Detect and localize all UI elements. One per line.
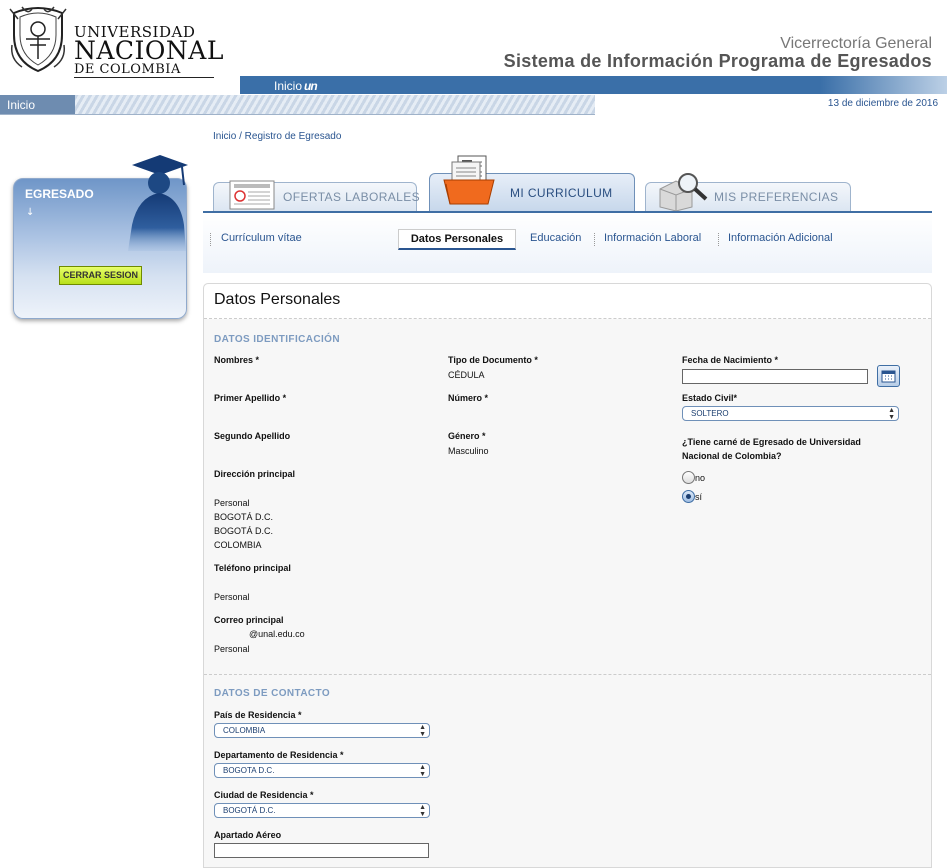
graduate-icon	[128, 155, 188, 251]
carne-question-line1: ¿Tiene carné de Egresado de Universidad	[682, 437, 861, 447]
university-logo[interactable]: UNIVERSIDAD NACIONAL DE COLOMBIA	[8, 5, 223, 78]
pais-label: País de Residencia *	[214, 710, 302, 720]
carne-radio-si[interactable]	[682, 490, 695, 503]
estado-civil-value: SOLTERO	[691, 409, 729, 418]
subnav-informacion-laboral[interactable]: Información Laboral	[604, 232, 701, 244]
select-arrows-icon: ▲ ▼	[888, 407, 895, 421]
header-blue-bar-fade	[820, 76, 947, 94]
carne-question-line2: Nacional de Colombia?	[682, 451, 782, 461]
subnav-separator	[718, 233, 719, 246]
telefono-type: Personal	[214, 592, 250, 602]
section-identification-title: DATOS IDENTIFICACIÓN	[214, 334, 340, 345]
direccion-city: BOGOTÁ D.C.	[214, 512, 274, 522]
tab-preferences-label: MIS PREFERENCIAS	[714, 190, 839, 204]
user-panel: EGRESADO ↓ CERRAR SESION	[13, 155, 188, 319]
pais-select[interactable]: COLOMBIA ▲ ▼	[214, 723, 430, 738]
tab-preferences[interactable]: MIS PREFERENCIAS	[645, 173, 851, 211]
subnav-educacion[interactable]: Educación	[530, 232, 581, 244]
panel-header: Datos Personales	[204, 284, 931, 319]
ciudad-label: Ciudad de Residencia *	[214, 790, 314, 800]
nav-home-link[interactable]: Inicio	[7, 98, 35, 112]
current-date: 13 de diciembre de 2016	[827, 98, 938, 109]
nombres-label: Nombres *	[214, 355, 260, 365]
tab-job-offers-label: OFERTAS LABORALES	[283, 190, 421, 204]
sub-navigation: Currículum vítae Datos Personales Educac…	[203, 211, 932, 273]
genero-label: Género *	[448, 431, 486, 441]
calendar-icon	[881, 370, 896, 383]
correo-value: @unal.edu.co	[249, 629, 305, 639]
logo-rule	[74, 77, 214, 78]
folder-documents-icon	[443, 155, 495, 205]
tab-my-curriculum-label: MI CURRICULUM	[510, 186, 613, 200]
select-arrows-icon: ▲ ▼	[419, 724, 426, 738]
fecha-nacimiento-input[interactable]	[682, 369, 868, 384]
arrow-down-icon: ↓	[26, 207, 35, 218]
genero-value: Masculino	[448, 446, 489, 456]
direccion-label: Dirección principal	[214, 469, 296, 479]
university-name-line2: NACIONAL	[74, 36, 224, 65]
subnav-separator	[594, 233, 595, 246]
direccion-country: COLOMBIA	[214, 540, 262, 550]
pais-value: COLOMBIA	[223, 726, 266, 735]
page-title: Datos Personales	[214, 291, 341, 308]
select-arrows-icon: ▲ ▼	[419, 804, 426, 818]
subnav-curriculum-vitae[interactable]: Currículum vítae	[221, 232, 302, 244]
tab-job-offers[interactable]: OFERTAS LABORALES	[213, 180, 421, 211]
nav-stripe	[75, 95, 595, 115]
header-title: Sistema de Información Programa de Egres…	[503, 51, 932, 71]
newspaper-icon	[229, 180, 275, 210]
subnav-separator	[210, 233, 211, 246]
university-name-line3: DE COLOMBIA	[74, 62, 181, 77]
select-arrows-icon: ▲ ▼	[419, 764, 426, 778]
subnav-informacion-adicional[interactable]: Información Adicional	[728, 232, 833, 244]
magnifier-box-icon	[659, 173, 708, 211]
tipo-documento-label: Tipo de Documento *	[448, 355, 538, 365]
calendar-button[interactable]	[877, 365, 900, 387]
primer-apellido-label: Primer Apellido *	[214, 393, 287, 403]
departamento-select[interactable]: BOGOTA D.C. ▲ ▼	[214, 763, 430, 778]
direccion-department: BOGOTÁ D.C.	[214, 526, 274, 536]
carne-radio-no-label: no	[695, 473, 706, 483]
tab-my-curriculum[interactable]: MI CURRICULUM	[429, 155, 635, 212]
nav-underline	[0, 114, 595, 115]
apartado-label: Apartado Aéreo	[214, 830, 282, 840]
subnav-datos-personales[interactable]: Datos Personales	[398, 229, 516, 250]
un-logo-icon: un	[304, 79, 318, 93]
departamento-label: Departamento de Residencia *	[214, 750, 344, 760]
inicio-un-link[interactable]: Inicio un	[274, 79, 318, 93]
personal-data-panel: Datos Personales DATOS IDENTIFICACIÓN No…	[203, 283, 932, 868]
apartado-input[interactable]	[214, 843, 429, 858]
nav-bar: Inicio 13 de diciembre de 2016	[0, 95, 947, 115]
carne-radio-si-label: sí	[695, 492, 703, 502]
segundo-apellido-label: Segundo Apellido	[214, 431, 291, 441]
section-contact-title: DATOS DE CONTACTO	[214, 688, 331, 699]
ciudad-select[interactable]: BOGOTÁ D.C. ▲ ▼	[214, 803, 430, 818]
direccion-type: Personal	[214, 498, 250, 508]
section-divider	[204, 674, 931, 675]
inicio-un-label: Inicio	[274, 79, 303, 93]
correo-type: Personal	[214, 644, 250, 654]
crest-icon	[9, 6, 67, 73]
ciudad-value: BOGOTÁ D.C.	[223, 806, 276, 815]
telefono-label: Teléfono principal	[214, 563, 291, 573]
estado-civil-label: Estado Civil*	[682, 393, 738, 403]
tipo-documento-value: CÉDULA	[448, 370, 485, 380]
departamento-value: BOGOTA D.C.	[223, 766, 275, 775]
breadcrumb[interactable]: Inicio / Registro de Egresado	[213, 131, 341, 142]
carne-radio-no[interactable]	[682, 471, 695, 484]
estado-civil-select[interactable]: SOLTERO ▲ ▼	[682, 406, 899, 421]
numero-label: Número *	[448, 393, 489, 403]
logout-button[interactable]: CERRAR SESION	[59, 266, 142, 285]
user-panel-title: EGRESADO	[25, 187, 94, 201]
fecha-nacimiento-label: Fecha de Nacimiento *	[682, 355, 779, 365]
correo-label: Correo principal	[214, 615, 284, 625]
